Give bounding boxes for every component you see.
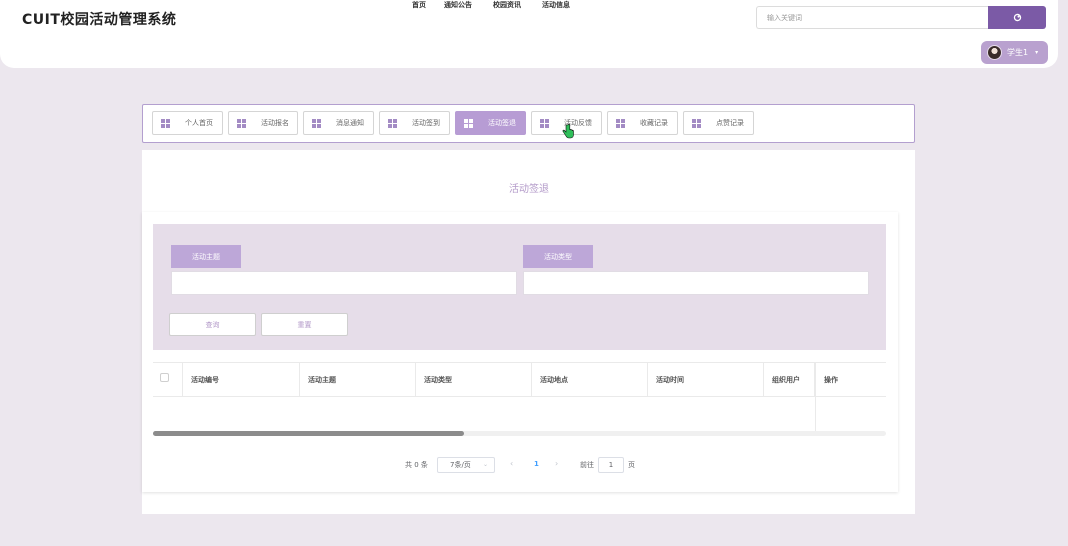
grid-icon [692, 118, 701, 128]
column-header: 活动时间 [648, 363, 764, 396]
page-size-value: 7条/页 [450, 461, 471, 469]
theme-label: 活动主题 [171, 245, 241, 268]
search-input[interactable] [756, 6, 988, 29]
tab-favorites[interactable]: 收藏记录 [607, 111, 678, 135]
nav-notices[interactable]: 通知公告 [444, 0, 472, 10]
avatar [987, 45, 1002, 60]
tab-likes[interactable]: 点赞记录 [683, 111, 754, 135]
grid-icon [161, 118, 170, 128]
page-suffix: 页 [628, 461, 635, 469]
tab-personal-home[interactable]: 个人首页 [152, 111, 223, 135]
fixed-column-divider [815, 397, 816, 435]
tab-activity-signup[interactable]: 活动报名 [228, 111, 298, 135]
goto-label: 前往 [580, 461, 594, 469]
grid-icon [540, 118, 549, 128]
query-button[interactable]: 查询 [169, 313, 256, 336]
hand-cursor-icon [562, 124, 574, 139]
column-header: 组织用户 [764, 363, 815, 396]
tab-checkin[interactable]: 活动签到 [379, 111, 450, 135]
nav-campus-news[interactable]: 校园资讯 [493, 0, 521, 10]
column-header: 活动编号 [183, 363, 300, 396]
tab-label: 活动签退 [488, 119, 516, 127]
tab-label: 活动报名 [261, 119, 289, 127]
chevron-down-icon: ⌄ [482, 461, 488, 468]
total-count: 共 0 条 [405, 461, 428, 469]
tab-label: 收藏记录 [640, 119, 668, 127]
type-label: 活动类型 [523, 245, 593, 268]
select-all-checkbox[interactable] [160, 373, 169, 382]
tab-messages[interactable]: 消息通知 [303, 111, 374, 135]
tab-label: 消息通知 [336, 119, 364, 127]
tab-label: 个人首页 [185, 119, 213, 127]
page-size-select[interactable]: 7条/页 ⌄ [437, 457, 495, 473]
type-input[interactable] [523, 271, 869, 295]
tab-label: 点赞记录 [716, 119, 744, 127]
user-name: 学生1 [1007, 48, 1029, 57]
theme-input[interactable] [171, 271, 517, 295]
column-header: 操作 [815, 363, 886, 396]
column-header: 活动主题 [300, 363, 416, 396]
search-bar [756, 6, 1046, 29]
top-header: CUIT校园活动管理系统 首页 通知公告 校园资讯 活动信息 学生1 ▾ [0, 0, 1058, 68]
tab-checkout[interactable]: 活动签退 [455, 111, 526, 135]
search-button[interactable] [988, 6, 1046, 29]
page-title: 活动签退 [509, 184, 549, 195]
next-page-icon[interactable]: › [555, 459, 558, 468]
tab-label: 活动签到 [412, 119, 440, 127]
grid-icon [464, 118, 473, 128]
chevron-down-icon: ▾ [1035, 49, 1039, 56]
horizontal-scrollbar-thumb[interactable] [153, 431, 464, 436]
column-header: 活动类型 [416, 363, 532, 396]
site-logo[interactable]: CUIT校园活动管理系统 [22, 9, 176, 29]
grid-icon [312, 118, 321, 128]
goto-page-input[interactable]: 1 [598, 457, 624, 473]
nav-home[interactable]: 首页 [412, 0, 426, 10]
nav-activity-info[interactable]: 活动信息 [542, 0, 570, 10]
column-header: 活动地点 [532, 363, 648, 396]
grid-icon [616, 118, 625, 128]
prev-page-icon[interactable]: ‹ [510, 459, 513, 468]
grid-icon [388, 118, 397, 128]
page-number[interactable]: 1 [534, 460, 539, 468]
search-icon [1013, 13, 1021, 22]
table-header: 活动编号 活动主题 活动类型 活动地点 活动时间 组织用户 操作 [153, 362, 886, 397]
user-menu[interactable]: 学生1 ▾ [981, 41, 1048, 64]
reset-button[interactable]: 重置 [261, 313, 348, 336]
grid-icon [237, 118, 246, 128]
